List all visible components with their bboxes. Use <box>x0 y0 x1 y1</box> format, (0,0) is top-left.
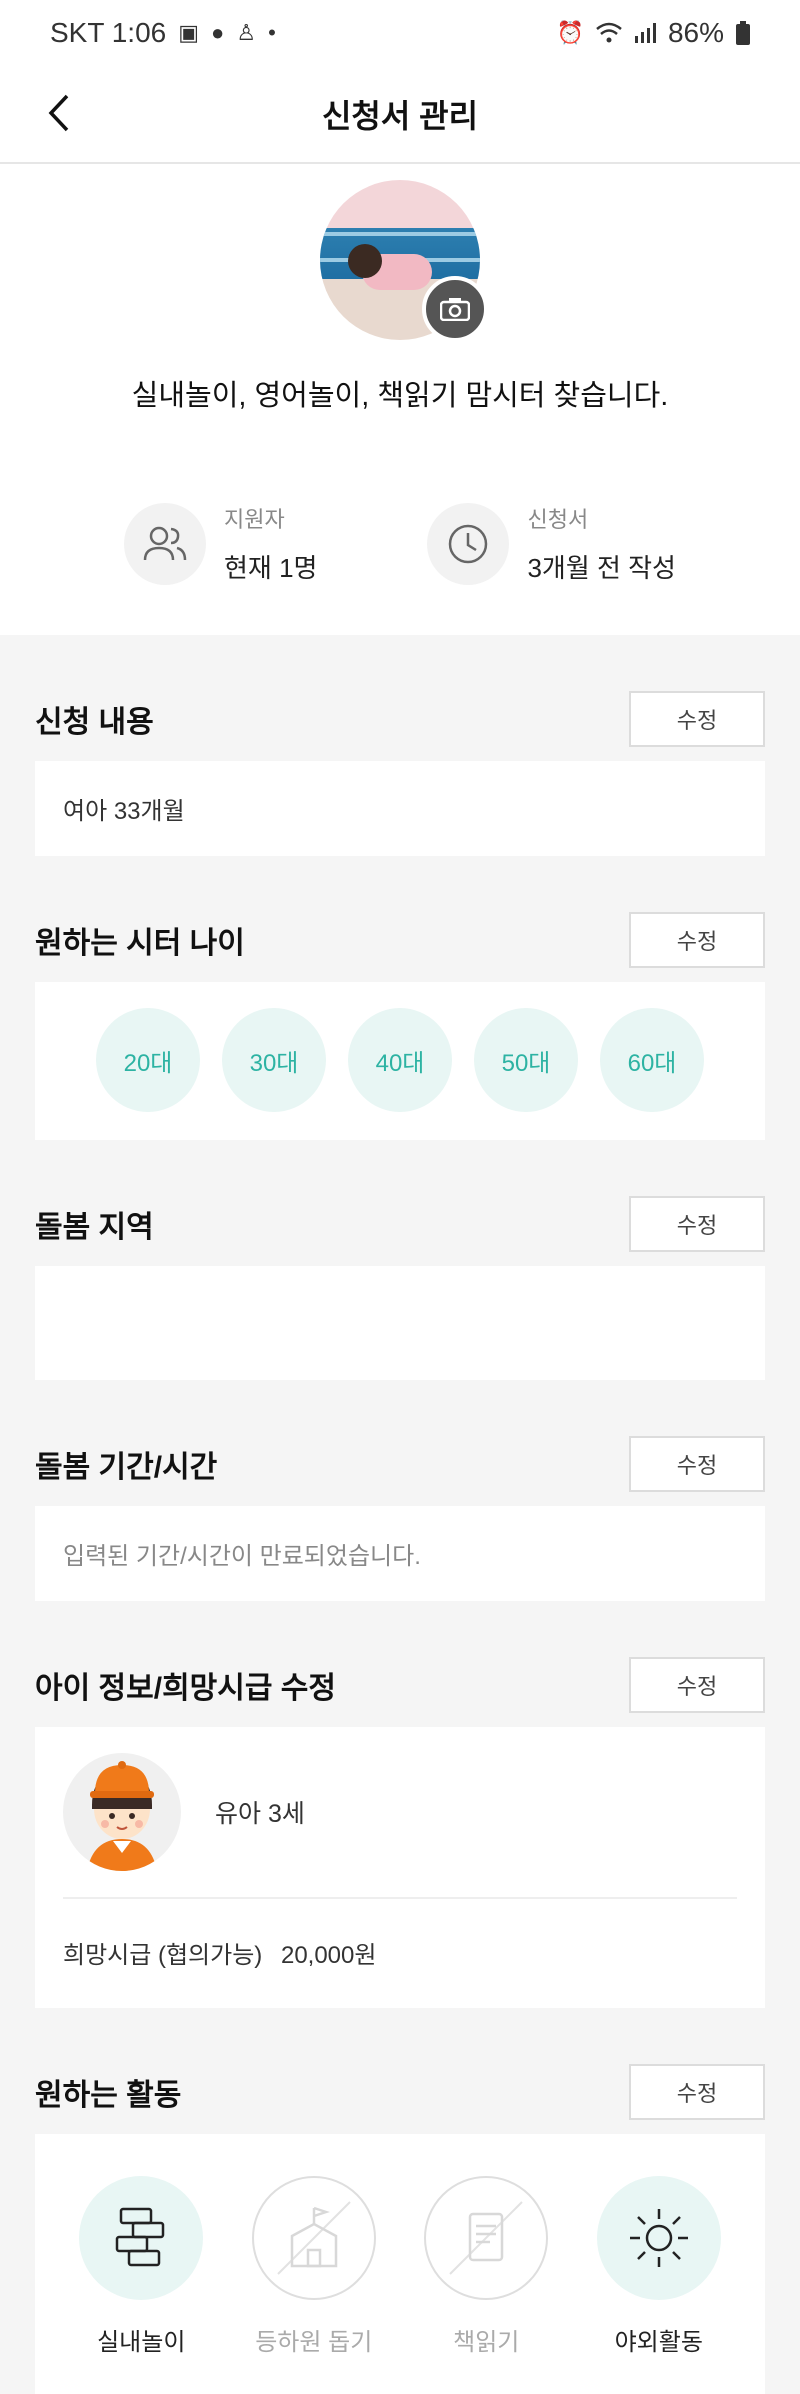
clock-icon <box>427 502 510 585</box>
section-title: 돌봄 지역 <box>35 1211 154 1244</box>
activity-reading[interactable]: 책읽기 <box>406 2176 566 2357</box>
request-card: 여아 33개월 <box>35 761 765 856</box>
status-time: SKT 1:06 <box>50 17 167 48</box>
application-stat: 신청서 3개월 전 작성 <box>427 502 676 585</box>
back-button[interactable] <box>34 88 84 138</box>
applicants-stat: 지원자 현재 1명 <box>124 502 317 585</box>
wage-label: 희망시급 (협의가능) <box>63 1942 263 1969</box>
section-activities: 원하는 활동 수정 실내놀이 등하원 돕기 책읽기 야외활동 <box>35 2008 765 2394</box>
region-card <box>35 1266 765 1380</box>
wage-value: 20,000원 <box>280 1942 377 1969</box>
signal-icon <box>634 23 656 43</box>
child-avatar <box>63 1753 181 1871</box>
chevron-left-icon <box>48 94 69 132</box>
profile-photo[interactable] <box>320 180 488 342</box>
people-icon <box>124 502 207 585</box>
section-period: 돌봄 기간/시간 수정 입력된 기간/시간이 만료되었습니다. <box>35 1380 765 1601</box>
activity-label: 야외활동 <box>614 2329 703 2356</box>
application-value: 3개월 전 작성 <box>527 553 676 583</box>
activity-label: 실내놀이 <box>97 2329 186 2356</box>
battery-percent: 86% <box>667 17 724 48</box>
notification-icon: ♙ <box>236 20 257 45</box>
top-area: SKT 1:06 ▣ ● ♙ • ⏰ 86% 신청서 관리 실내놀이, 영어놀이… <box>0 0 800 635</box>
school-icon <box>251 2176 376 2300</box>
applicants-value: 현재 1명 <box>224 553 318 583</box>
request-title: 실내놀이, 영어놀이, 책읽기 맘시터 찾습니다. <box>131 380 669 412</box>
sun-icon <box>596 2176 721 2300</box>
book-icon <box>424 2176 549 2300</box>
profile-section: 실내놀이, 영어놀이, 책읽기 맘시터 찾습니다. <box>0 164 800 414</box>
period-content: 입력된 기간/시간이 만료되었습니다. <box>63 1543 421 1570</box>
wifi-icon <box>596 22 622 43</box>
wage-row: 희망시급 (협의가능) 20,000원 <box>35 1899 765 2008</box>
edit-request-button[interactable]: 수정 <box>629 691 765 747</box>
age-option[interactable]: 20대 <box>96 1008 200 1112</box>
edit-age-button[interactable]: 수정 <box>629 912 765 968</box>
region-content <box>35 1266 765 1326</box>
camera-button[interactable] <box>422 276 488 342</box>
edit-activities-button[interactable]: 수정 <box>629 2064 765 2120</box>
section-child: 아이 정보/희망시급 수정 수정 유아 3세 희망시급 (협의가능) 20,00… <box>35 1601 765 2008</box>
activity-indoor-play[interactable]: 실내놀이 <box>61 2176 221 2357</box>
age-option[interactable]: 30대 <box>222 1008 326 1112</box>
activity-label: 책읽기 <box>453 2329 520 2356</box>
section-title: 돌봄 기간/시간 <box>35 1451 218 1484</box>
child-illustration-icon <box>87 1761 157 1871</box>
section-title: 아이 정보/희망시급 수정 <box>35 1672 337 1705</box>
alarm-icon: ⏰ <box>556 20 584 45</box>
child-card: 유아 3세 희망시급 (협의가능) 20,000원 <box>35 1727 765 2008</box>
application-label: 신청서 <box>527 507 589 532</box>
section-title: 신청 내용 <box>35 706 154 739</box>
blocks-icon <box>79 2176 204 2300</box>
activity-outdoor[interactable]: 야외활동 <box>579 2176 739 2357</box>
gallery-icon: ▣ <box>178 20 200 45</box>
camera-icon <box>440 298 470 321</box>
battery-icon <box>736 21 750 45</box>
app-bar: 신청서 관리 <box>0 66 800 164</box>
edit-region-button[interactable]: 수정 <box>629 1196 765 1252</box>
age-card: 20대 30대 40대 50대 60대 <box>35 982 765 1140</box>
applicants-label: 지원자 <box>224 507 285 532</box>
section-title: 원하는 시터 나이 <box>35 927 245 960</box>
page-title: 신청서 관리 <box>321 98 479 134</box>
activities-card: 실내놀이 등하원 돕기 책읽기 야외활동 <box>35 2134 765 2394</box>
stats-row: 지원자 현재 1명 신청서 3개월 전 작성 <box>0 502 800 635</box>
section-title: 원하는 활동 <box>35 2079 182 2112</box>
age-option[interactable]: 40대 <box>348 1008 452 1112</box>
age-option[interactable]: 60대 <box>600 1008 704 1112</box>
activity-school-help[interactable]: 등하원 돕기 <box>234 2176 394 2357</box>
sections: 신청 내용 수정 여아 33개월 원하는 시터 나이 수정 20대 30대 40… <box>0 635 800 2394</box>
dot-icon: • <box>268 20 276 45</box>
section-age: 원하는 시터 나이 수정 20대 30대 40대 50대 60대 <box>35 856 765 1140</box>
age-option[interactable]: 50대 <box>474 1008 578 1112</box>
activity-label: 등하원 돕기 <box>255 2329 373 2356</box>
talk-icon: ● <box>211 20 225 45</box>
period-card: 입력된 기간/시간이 만료되었습니다. <box>35 1506 765 1601</box>
edit-child-button[interactable]: 수정 <box>629 1657 765 1713</box>
section-region: 돌봄 지역 수정 <box>35 1140 765 1380</box>
edit-period-button[interactable]: 수정 <box>629 1436 765 1492</box>
section-request: 신청 내용 수정 여아 33개월 <box>35 635 765 856</box>
request-content: 여아 33개월 <box>63 798 185 825</box>
status-bar: SKT 1:06 ▣ ● ♙ • ⏰ 86% <box>0 0 800 66</box>
child-age-label: 유아 3세 <box>215 1800 305 1828</box>
